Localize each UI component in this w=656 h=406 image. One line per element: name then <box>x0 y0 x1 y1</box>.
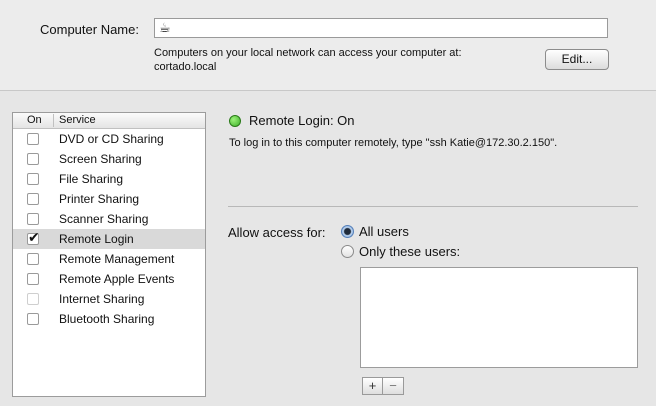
remove-user-button[interactable]: − <box>383 377 404 395</box>
service-list: On Service DVD or CD Sharing Screen Shari… <box>12 112 206 397</box>
service-row[interactable]: Scanner Sharing <box>13 209 205 229</box>
header-service[interactable]: Service <box>59 113 96 128</box>
service-name: Scanner Sharing <box>59 212 149 226</box>
service-row[interactable]: Printer Sharing <box>13 189 205 209</box>
service-row[interactable]: Screen Sharing <box>13 149 205 169</box>
service-row[interactable]: Remote Apple Events <box>13 269 205 289</box>
section-divider <box>228 206 638 207</box>
service-name: Remote Apple Events <box>59 272 175 286</box>
service-checkbox[interactable] <box>27 253 39 265</box>
service-list-header: On Service <box>13 113 205 129</box>
local-hostname: cortado.local <box>154 61 217 73</box>
service-checkbox[interactable] <box>27 313 39 325</box>
service-checkbox[interactable] <box>27 273 39 285</box>
service-row[interactable]: File Sharing <box>13 169 205 189</box>
header-divider <box>53 114 54 127</box>
service-row[interactable]: Remote Management <box>13 249 205 269</box>
add-user-button[interactable]: + <box>362 377 383 395</box>
only-these-users-label[interactable]: Only these users: <box>359 244 460 259</box>
service-row[interactable]: Bluetooth Sharing <box>13 309 205 329</box>
service-name: Remote Login <box>59 232 134 246</box>
computer-name-field[interactable]: ☕ <box>154 18 608 38</box>
service-name: Remote Management <box>59 252 175 266</box>
service-name: DVD or CD Sharing <box>59 132 164 146</box>
service-checkbox[interactable] <box>27 153 39 165</box>
status-title: Remote Login: On <box>249 113 355 128</box>
service-name: Bluetooth Sharing <box>59 312 155 326</box>
edit-button[interactable]: Edit... <box>545 49 609 70</box>
status-indicator-icon <box>229 115 241 127</box>
service-checkbox[interactable]: ✔ <box>27 229 40 245</box>
service-name: Printer Sharing <box>59 192 140 206</box>
header-on[interactable]: On <box>27 113 42 128</box>
service-name: Internet Sharing <box>59 292 145 306</box>
service-checkbox <box>27 293 39 305</box>
only-these-users-radio[interactable] <box>341 245 354 258</box>
service-checkbox[interactable] <box>27 213 39 225</box>
service-row[interactable]: ✔ Remote Login <box>13 229 205 249</box>
service-rows: DVD or CD Sharing Screen Sharing File Shar… <box>13 129 205 329</box>
computer-name-section: Computer Name: ☕ Computers on your local… <box>0 0 656 91</box>
status-description: To log in to this computer remotely, typ… <box>229 137 558 149</box>
service-row[interactable]: DVD or CD Sharing <box>13 129 205 149</box>
network-access-text: Computers on your local network can acce… <box>154 47 462 59</box>
service-checkbox[interactable] <box>27 173 39 185</box>
computer-name-label: Computer Name: <box>40 22 139 37</box>
service-checkbox[interactable] <box>27 133 39 145</box>
checkmark-icon: ✔ <box>28 229 40 245</box>
allow-access-label: Allow access for: <box>228 225 326 240</box>
users-list[interactable] <box>360 267 638 368</box>
all-users-label[interactable]: All users <box>359 224 409 239</box>
all-users-radio[interactable] <box>341 225 354 238</box>
service-checkbox[interactable] <box>27 193 39 205</box>
service-row[interactable]: Internet Sharing <box>13 289 205 309</box>
computer-name-description: Computers on your local network can acce… <box>154 46 462 74</box>
service-name: File Sharing <box>59 172 124 186</box>
service-name: Screen Sharing <box>59 152 142 166</box>
